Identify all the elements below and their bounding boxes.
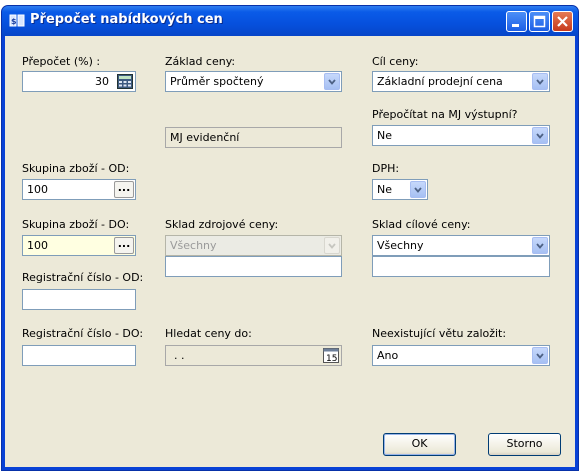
maximize-button[interactable]	[529, 11, 550, 32]
source-warehouse-select[interactable]: Všechny	[165, 235, 342, 256]
target-price-dropdown-button[interactable]	[532, 73, 548, 90]
recalc-mj-value: Ne	[377, 129, 392, 142]
target-warehouse-select[interactable]: Všechny	[372, 235, 550, 256]
close-icon	[557, 16, 568, 27]
vat-dropdown-button[interactable]	[410, 181, 426, 198]
target-price-select[interactable]: Základní prodejní cena	[372, 71, 550, 92]
goods-group-to-value: 100	[27, 239, 48, 252]
nonexistent-row-value: Ano	[377, 349, 399, 362]
search-prices-to-value: . .	[174, 349, 185, 362]
source-warehouse-value: Všechny	[170, 239, 217, 252]
target-warehouse-value: Všechny	[377, 239, 424, 252]
search-prices-to-label: Hledat ceny do:	[165, 327, 252, 340]
goods-group-from-value: 100	[27, 183, 48, 196]
nonexistent-row-label: Neexistující větu založit:	[372, 327, 507, 340]
dialog-window: $ Přepočet nabídkových cen Přepočet (%) …	[1, 5, 579, 471]
ok-button[interactable]: OK	[383, 433, 456, 456]
svg-text:15: 15	[326, 354, 337, 363]
chevron-down-icon	[328, 79, 336, 85]
minimize-button[interactable]	[506, 11, 527, 32]
recalc-mj-select[interactable]: Ne	[372, 125, 550, 146]
mj-evidence-value: MJ evidenční	[170, 131, 240, 144]
minimize-icon	[512, 24, 519, 27]
app-icon: $	[9, 14, 25, 27]
mj-evidence-field: MJ evidenční	[165, 127, 342, 148]
svg-text:$: $	[11, 17, 17, 26]
goods-group-to-field[interactable]: 100 ...	[22, 235, 136, 256]
goods-group-to-label: Skupina zboží - DO:	[22, 218, 130, 231]
target-price-label: Cíl ceny:	[372, 55, 419, 68]
goods-group-from-browse-button[interactable]: ...	[114, 181, 134, 198]
goods-group-to-browse-button[interactable]: ...	[114, 237, 134, 254]
close-button[interactable]	[552, 11, 573, 32]
cancel-button[interactable]: Storno	[488, 433, 561, 456]
window-title: Přepočet nabídkových cen	[30, 12, 223, 27]
nonexistent-row-dropdown-button[interactable]	[532, 347, 548, 364]
source-warehouse-text-field[interactable]	[165, 256, 342, 277]
vat-select[interactable]: Ne	[372, 179, 428, 200]
target-warehouse-label: Sklad cílové ceny:	[372, 218, 471, 231]
base-price-select[interactable]: Průměr spočtený	[165, 71, 342, 92]
source-warehouse-label: Sklad zdrojové ceny:	[165, 218, 279, 231]
calculator-icon[interactable]	[117, 74, 133, 89]
chevron-down-icon	[414, 187, 422, 193]
recalc-percent-value: 30	[95, 75, 109, 88]
reg-number-to-field[interactable]	[22, 345, 136, 366]
base-price-label: Základ ceny:	[165, 55, 236, 68]
reg-number-from-field[interactable]	[22, 289, 136, 310]
target-price-value: Základní prodejní cena	[377, 75, 503, 88]
search-prices-to-field[interactable]: . . 15	[165, 345, 342, 366]
chevron-down-icon	[536, 353, 544, 359]
base-price-dropdown-button[interactable]	[324, 73, 340, 90]
goods-group-from-field[interactable]: 100 ...	[22, 179, 136, 200]
base-price-value: Průměr spočtený	[170, 75, 264, 88]
chevron-down-icon	[536, 133, 544, 139]
source-warehouse-dropdown-button[interactable]	[324, 237, 340, 254]
dialog-client-area: Přepočet (%) : 30 Skupina zboží - OD: 10…	[5, 36, 575, 467]
recalc-mj-dropdown-button[interactable]	[532, 127, 548, 144]
target-warehouse-dropdown-button[interactable]	[532, 237, 548, 254]
chevron-down-icon	[328, 243, 336, 249]
goods-group-from-label: Skupina zboží - OD:	[22, 162, 130, 175]
chevron-down-icon	[536, 243, 544, 249]
reg-number-from-label: Registrační číslo - OD:	[22, 271, 144, 284]
target-warehouse-text-field[interactable]	[372, 256, 550, 277]
title-bar[interactable]: $ Přepočet nabídkových cen	[2, 6, 578, 36]
recalc-percent-field[interactable]: 30	[22, 71, 136, 92]
nonexistent-row-select[interactable]: Ano	[372, 345, 550, 366]
chevron-down-icon	[536, 79, 544, 85]
vat-label: DPH:	[372, 162, 400, 175]
vat-value: Ne	[377, 183, 392, 196]
reg-number-to-label: Registrační číslo - DO:	[22, 327, 144, 340]
recalc-mj-label: Přepočítat na MJ výstupní?	[372, 108, 518, 121]
recalc-percent-label: Přepočet (%) :	[22, 55, 101, 68]
calendar-icon[interactable]: 15	[323, 348, 339, 363]
maximize-icon	[533, 15, 546, 28]
